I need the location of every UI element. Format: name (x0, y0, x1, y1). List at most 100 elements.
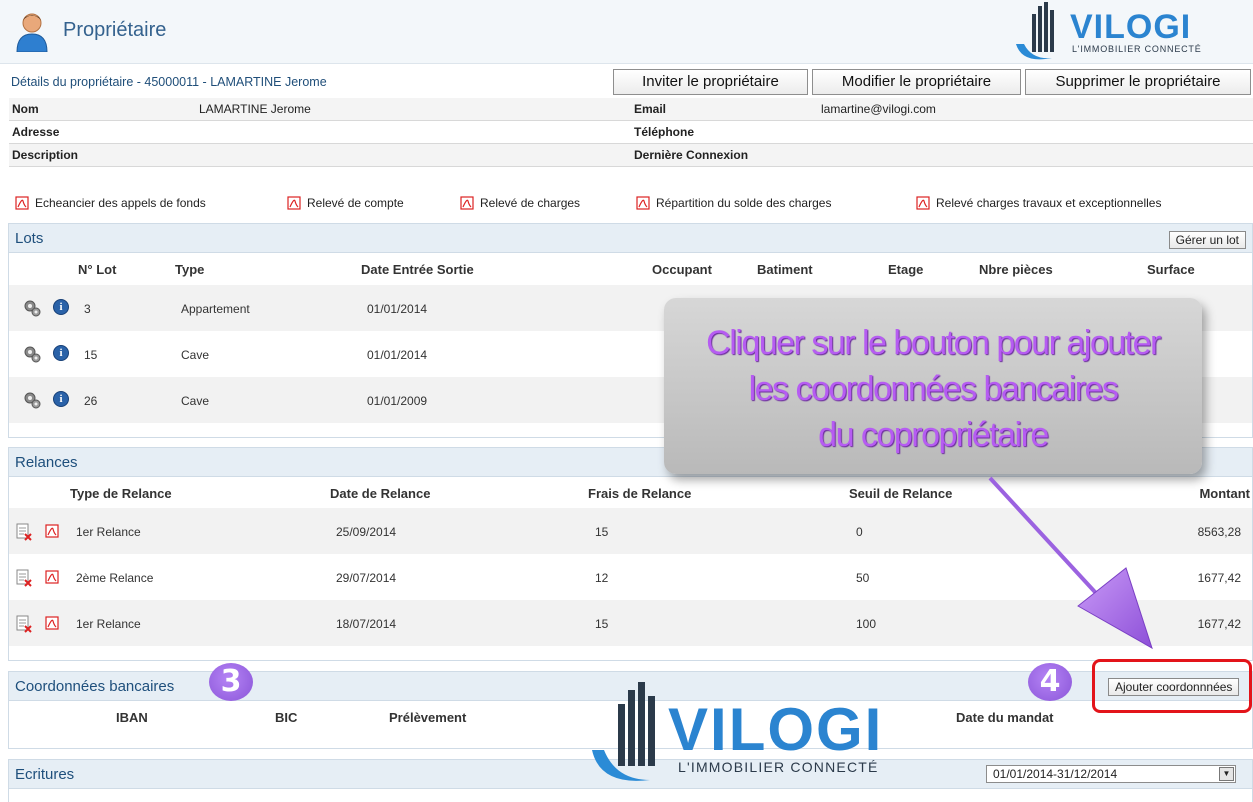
page-header: Propriétaire VILOGI L'IMMOBILIER CONNECT… (0, 0, 1253, 64)
email-value: lamartine@vilogi.com (821, 102, 936, 116)
col-type: Type (175, 262, 205, 277)
relance-seuil: 50 (856, 571, 870, 585)
pdf-link-releve-compte[interactable]: Relevé de compte (287, 196, 404, 210)
delete-owner-button[interactable]: Supprimer le propriétaire (1025, 69, 1251, 95)
pdf-link-releve-charges[interactable]: Relevé de charges (460, 196, 580, 210)
lot-type: Cave (181, 348, 210, 362)
info-row-description: Description Dernière Connexion (9, 144, 1253, 167)
pdf-link-label: Echeancier des appels de fonds (35, 196, 206, 210)
info-icon[interactable]: i (53, 391, 69, 407)
lot-type: Appartement (181, 302, 250, 316)
manage-lot-button[interactable]: Gérer un lot (1168, 231, 1246, 249)
email-label: Email (634, 102, 667, 116)
pdf-icon[interactable] (45, 616, 59, 630)
relance-type: 1er Relance (76, 525, 141, 539)
chevron-down-icon[interactable]: ▼ (1219, 767, 1234, 781)
relance-frais: 12 (595, 571, 609, 585)
ecritures-title: Ecritures (15, 766, 75, 783)
col-seuil-relance: Seuil de Relance (849, 486, 953, 501)
gear-icon[interactable] (23, 391, 41, 409)
delete-document-icon[interactable] (15, 523, 33, 541)
relance-frais: 15 (595, 617, 609, 631)
pdf-link-echeancier[interactable]: Echeancier des appels de fonds (15, 196, 206, 210)
col-iban: IBAN (116, 710, 148, 725)
lot-date: 01/01/2014 (367, 348, 428, 362)
gear-icon[interactable] (23, 299, 41, 317)
pdf-icon (916, 196, 930, 210)
telephone-label: Téléphone (634, 125, 695, 139)
description-label: Description (12, 148, 79, 162)
pdf-link-label: Répartition du solde des charges (656, 196, 832, 210)
lot-num: 26 (84, 394, 98, 408)
period-select[interactable]: 01/01/2014-31/12/2014 ▼ (986, 765, 1236, 783)
info-icon[interactable]: i (53, 345, 69, 361)
info-row-adresse: Adresse Téléphone (9, 121, 1253, 144)
relance-montant: 8563,28 (1197, 525, 1241, 539)
lot-num: 15 (84, 348, 98, 362)
pdf-icon (15, 196, 29, 210)
svg-text:VILOGI: VILOGI (1070, 8, 1191, 46)
lot-num: 3 (84, 302, 91, 316)
relance-frais: 15 (595, 525, 609, 539)
nom-value: LAMARTINE Jerome (199, 102, 311, 116)
col-nbre-pieces: Nbre pièces (979, 262, 1053, 277)
gear-icon[interactable] (23, 345, 41, 363)
nom-label: Nom (12, 102, 39, 116)
col-surface: Surface (1147, 262, 1195, 277)
col-num-lot: N° Lot (78, 262, 117, 277)
relance-seuil: 0 (856, 525, 863, 539)
pdf-link-label: Relevé charges travaux et exceptionnelle… (936, 196, 1162, 210)
table-row: 1er Relance 25/09/2014 15 0 8563,28 (9, 508, 1252, 554)
relances-section: Relances Type de Relance Date de Relance… (8, 447, 1253, 661)
col-prelevement: Prélèvement (389, 710, 467, 725)
col-occupant: Occupant (652, 262, 712, 277)
relance-date: 25/09/2014 (336, 525, 397, 539)
vilogi-logo: VILOGI L'IMMOBILIER CONNECTÉ (1016, 2, 1202, 60)
pdf-link-travaux[interactable]: Relevé charges travaux et exceptionnelle… (916, 196, 1161, 210)
period-select-value: 01/01/2014-31/12/2014 (993, 767, 1118, 781)
last-connection-label: Dernière Connexion (634, 148, 749, 162)
step-badge-3: 3 (209, 663, 253, 701)
info-icon[interactable]: i (53, 299, 69, 315)
lots-title: Lots (15, 230, 44, 247)
pdf-link-label: Relevé de compte (307, 196, 404, 210)
delete-document-icon[interactable] (15, 569, 33, 587)
relance-type: 2ème Relance (76, 571, 154, 585)
pdf-icon (460, 196, 474, 210)
col-frais-relance: Frais de Relance (588, 486, 692, 501)
relance-date: 18/07/2014 (336, 617, 397, 631)
callout-text: Cliquer sur le bouton pour ajouter les c… (664, 320, 1202, 458)
svg-text:L'IMMOBILIER CONNECTÉ: L'IMMOBILIER CONNECTÉ (1072, 44, 1202, 54)
pdf-icon (287, 196, 301, 210)
pdf-icon[interactable] (45, 570, 59, 584)
lot-date: 01/01/2014 (367, 302, 428, 316)
page-title: Propriétaire (63, 19, 167, 41)
delete-document-icon[interactable] (15, 615, 33, 633)
bank-details-title: Coordonnées bancaires (15, 678, 175, 695)
vilogi-watermark-logo: VILOGI L'IMMOBILIER CONNECTÉ (592, 682, 883, 781)
col-montant: Montant (1199, 486, 1250, 501)
edit-owner-button[interactable]: Modifier le propriétaire (812, 69, 1021, 95)
table-row: 1er Relance 18/07/2014 15 100 1677,42 (9, 600, 1252, 646)
highlight-frame (1092, 659, 1252, 713)
col-date-relance: Date de Relance (330, 486, 431, 501)
info-row-nom: Nom LAMARTINE Jerome Email lamartine@vil… (9, 98, 1253, 121)
lot-date: 01/01/2009 (367, 394, 428, 408)
instruction-callout: Cliquer sur le bouton pour ajouter les c… (664, 298, 1202, 474)
invite-owner-button[interactable]: Inviter le propriétaire (613, 69, 808, 95)
relance-date: 29/07/2014 (336, 571, 397, 585)
col-etage: Etage (888, 262, 924, 277)
pdf-icon (636, 196, 650, 210)
col-date-entree-sortie: Date Entrée Sortie (361, 262, 474, 277)
pdf-icon[interactable] (45, 524, 59, 538)
table-row: 2ème Relance 29/07/2014 12 50 1677,42 (9, 554, 1252, 600)
col-type-relance: Type de Relance (70, 486, 172, 501)
relance-type: 1er Relance (76, 617, 141, 631)
callout-line: Cliquer sur le bouton pour ajouter (706, 324, 1161, 362)
report-links-bar: Echeancier des appels de fonds Relevé de… (0, 190, 1253, 216)
relance-montant: 1677,42 (1197, 617, 1241, 631)
owner-details-title: Détails du propriétaire - 45000011 - LAM… (11, 75, 327, 89)
svg-text:VILOGI: VILOGI (668, 696, 883, 763)
callout-line: du copropriétaire (818, 416, 1049, 454)
pdf-link-repartition[interactable]: Répartition du solde des charges (636, 196, 831, 210)
